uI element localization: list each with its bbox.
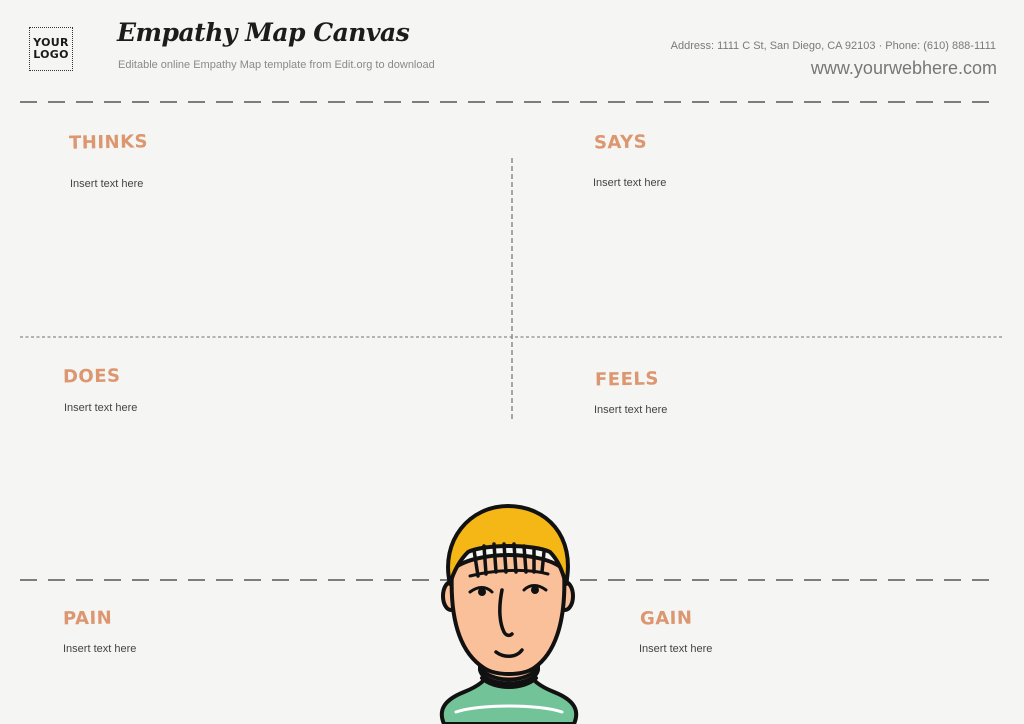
left-eye bbox=[478, 588, 486, 596]
gain-title: GAIN bbox=[639, 607, 693, 630]
pain-title: PAIN bbox=[62, 607, 113, 630]
does-title: DOES bbox=[62, 365, 121, 388]
person-illustration bbox=[439, 504, 579, 724]
gain-body[interactable]: Insert text here bbox=[639, 643, 712, 655]
says-title: SAYS bbox=[593, 131, 648, 154]
thinks-body[interactable]: Insert text here bbox=[70, 178, 143, 190]
says-body[interactable]: Insert text here bbox=[593, 177, 666, 189]
right-eye bbox=[531, 586, 539, 594]
does-body[interactable]: Insert text here bbox=[64, 402, 137, 414]
thinks-title: THINKS bbox=[68, 131, 149, 154]
pain-body[interactable]: Insert text here bbox=[63, 643, 136, 655]
feels-title: FEELS bbox=[594, 368, 660, 391]
feels-body[interactable]: Insert text here bbox=[594, 404, 667, 416]
